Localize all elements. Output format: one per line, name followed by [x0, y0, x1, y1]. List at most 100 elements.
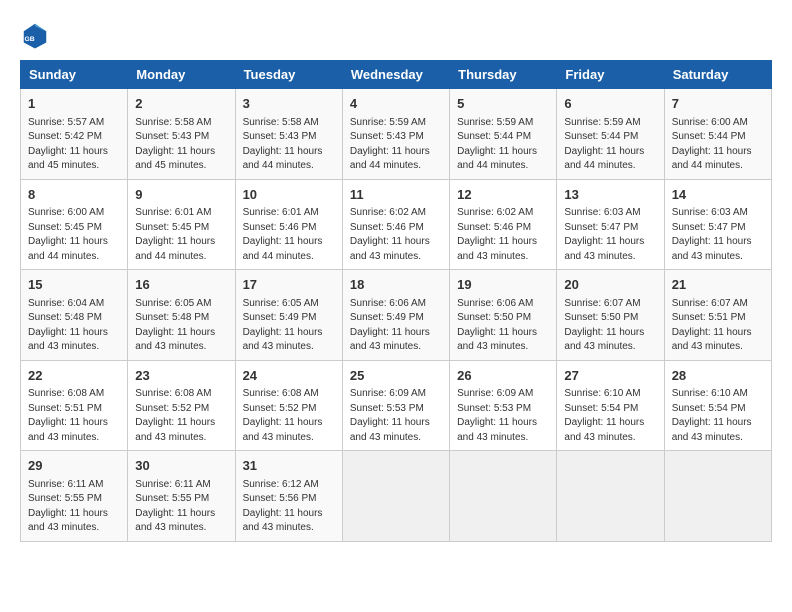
- day-info: Sunrise: 5:58 AMSunset: 5:43 PMDaylight:…: [243, 116, 335, 174]
- calendar-week-row: 1Sunrise: 5:57 AMSunset: 5:42 PMDaylight…: [21, 89, 772, 180]
- day-info: Sunrise: 6:09 AMSunset: 5:53 PMDaylight:…: [350, 387, 442, 445]
- calendar-week-row: 8Sunrise: 6:00 AMSunset: 5:45 PMDaylight…: [21, 179, 772, 270]
- calendar-cell: 30Sunrise: 6:11 AMSunset: 5:55 PMDayligh…: [128, 451, 235, 542]
- day-header: Thursday: [450, 61, 557, 89]
- day-number: 12: [457, 185, 549, 205]
- calendar-cell: 9Sunrise: 6:01 AMSunset: 5:45 PMDaylight…: [128, 179, 235, 270]
- day-info: Sunrise: 6:01 AMSunset: 5:45 PMDaylight:…: [135, 206, 227, 264]
- calendar-cell: 28Sunrise: 6:10 AMSunset: 5:54 PMDayligh…: [664, 360, 771, 451]
- day-number: 24: [243, 366, 335, 386]
- day-number: 22: [28, 366, 120, 386]
- logo-icon: GB: [20, 20, 50, 50]
- day-number: 9: [135, 185, 227, 205]
- day-number: 8: [28, 185, 120, 205]
- day-header: Friday: [557, 61, 664, 89]
- calendar-cell: 4Sunrise: 5:59 AMSunset: 5:43 PMDaylight…: [342, 89, 449, 180]
- calendar-header: SundayMondayTuesdayWednesdayThursdayFrid…: [21, 61, 772, 89]
- calendar-cell: 24Sunrise: 6:08 AMSunset: 5:52 PMDayligh…: [235, 360, 342, 451]
- calendar-cell: 8Sunrise: 6:00 AMSunset: 5:45 PMDaylight…: [21, 179, 128, 270]
- calendar-cell: 2Sunrise: 5:58 AMSunset: 5:43 PMDaylight…: [128, 89, 235, 180]
- day-info: Sunrise: 6:05 AMSunset: 5:48 PMDaylight:…: [135, 297, 227, 355]
- calendar-cell: 29Sunrise: 6:11 AMSunset: 5:55 PMDayligh…: [21, 451, 128, 542]
- day-number: 11: [350, 185, 442, 205]
- day-info: Sunrise: 6:02 AMSunset: 5:46 PMDaylight:…: [457, 206, 549, 264]
- calendar-cell: 5Sunrise: 5:59 AMSunset: 5:44 PMDaylight…: [450, 89, 557, 180]
- day-info: Sunrise: 6:03 AMSunset: 5:47 PMDaylight:…: [672, 206, 764, 264]
- calendar-table: SundayMondayTuesdayWednesdayThursdayFrid…: [20, 60, 772, 542]
- day-number: 26: [457, 366, 549, 386]
- calendar-cell: 21Sunrise: 6:07 AMSunset: 5:51 PMDayligh…: [664, 270, 771, 361]
- day-number: 19: [457, 275, 549, 295]
- calendar-week-row: 29Sunrise: 6:11 AMSunset: 5:55 PMDayligh…: [21, 451, 772, 542]
- calendar-cell: [342, 451, 449, 542]
- day-info: Sunrise: 6:12 AMSunset: 5:56 PMDaylight:…: [243, 478, 335, 536]
- day-info: Sunrise: 5:58 AMSunset: 5:43 PMDaylight:…: [135, 116, 227, 174]
- day-info: Sunrise: 5:59 AMSunset: 5:43 PMDaylight:…: [350, 116, 442, 174]
- day-info: Sunrise: 5:59 AMSunset: 5:44 PMDaylight:…: [564, 116, 656, 174]
- day-info: Sunrise: 6:08 AMSunset: 5:52 PMDaylight:…: [243, 387, 335, 445]
- calendar-cell: 17Sunrise: 6:05 AMSunset: 5:49 PMDayligh…: [235, 270, 342, 361]
- calendar-cell: 6Sunrise: 5:59 AMSunset: 5:44 PMDaylight…: [557, 89, 664, 180]
- day-number: 13: [564, 185, 656, 205]
- day-number: 17: [243, 275, 335, 295]
- day-header: Tuesday: [235, 61, 342, 89]
- calendar-cell: 26Sunrise: 6:09 AMSunset: 5:53 PMDayligh…: [450, 360, 557, 451]
- day-info: Sunrise: 6:10 AMSunset: 5:54 PMDaylight:…: [564, 387, 656, 445]
- day-info: Sunrise: 6:04 AMSunset: 5:48 PMDaylight:…: [28, 297, 120, 355]
- day-info: Sunrise: 6:01 AMSunset: 5:46 PMDaylight:…: [243, 206, 335, 264]
- day-number: 15: [28, 275, 120, 295]
- day-number: 28: [672, 366, 764, 386]
- calendar-cell: 15Sunrise: 6:04 AMSunset: 5:48 PMDayligh…: [21, 270, 128, 361]
- day-number: 31: [243, 456, 335, 476]
- header-row: SundayMondayTuesdayWednesdayThursdayFrid…: [21, 61, 772, 89]
- day-info: Sunrise: 6:07 AMSunset: 5:50 PMDaylight:…: [564, 297, 656, 355]
- day-header: Monday: [128, 61, 235, 89]
- calendar-cell: [664, 451, 771, 542]
- calendar-cell: 7Sunrise: 6:00 AMSunset: 5:44 PMDaylight…: [664, 89, 771, 180]
- logo: GB: [20, 20, 54, 50]
- day-number: 10: [243, 185, 335, 205]
- day-number: 20: [564, 275, 656, 295]
- calendar-cell: 18Sunrise: 6:06 AMSunset: 5:49 PMDayligh…: [342, 270, 449, 361]
- calendar-cell: 16Sunrise: 6:05 AMSunset: 5:48 PMDayligh…: [128, 270, 235, 361]
- day-number: 1: [28, 94, 120, 114]
- day-number: 6: [564, 94, 656, 114]
- day-info: Sunrise: 6:02 AMSunset: 5:46 PMDaylight:…: [350, 206, 442, 264]
- day-number: 4: [350, 94, 442, 114]
- day-info: Sunrise: 6:06 AMSunset: 5:49 PMDaylight:…: [350, 297, 442, 355]
- day-info: Sunrise: 6:06 AMSunset: 5:50 PMDaylight:…: [457, 297, 549, 355]
- calendar-week-row: 15Sunrise: 6:04 AMSunset: 5:48 PMDayligh…: [21, 270, 772, 361]
- day-number: 16: [135, 275, 227, 295]
- page-header: GB: [20, 20, 772, 50]
- calendar-cell: 27Sunrise: 6:10 AMSunset: 5:54 PMDayligh…: [557, 360, 664, 451]
- svg-text:GB: GB: [25, 36, 35, 43]
- day-number: 25: [350, 366, 442, 386]
- day-header: Wednesday: [342, 61, 449, 89]
- day-info: Sunrise: 6:03 AMSunset: 5:47 PMDaylight:…: [564, 206, 656, 264]
- day-number: 30: [135, 456, 227, 476]
- calendar-body: 1Sunrise: 5:57 AMSunset: 5:42 PMDaylight…: [21, 89, 772, 542]
- day-number: 23: [135, 366, 227, 386]
- calendar-cell: [450, 451, 557, 542]
- calendar-cell: 12Sunrise: 6:02 AMSunset: 5:46 PMDayligh…: [450, 179, 557, 270]
- calendar-cell: 23Sunrise: 6:08 AMSunset: 5:52 PMDayligh…: [128, 360, 235, 451]
- calendar-cell: 3Sunrise: 5:58 AMSunset: 5:43 PMDaylight…: [235, 89, 342, 180]
- day-number: 5: [457, 94, 549, 114]
- day-info: Sunrise: 6:07 AMSunset: 5:51 PMDaylight:…: [672, 297, 764, 355]
- day-info: Sunrise: 6:08 AMSunset: 5:52 PMDaylight:…: [135, 387, 227, 445]
- calendar-cell: 14Sunrise: 6:03 AMSunset: 5:47 PMDayligh…: [664, 179, 771, 270]
- day-header: Saturday: [664, 61, 771, 89]
- day-info: Sunrise: 5:59 AMSunset: 5:44 PMDaylight:…: [457, 116, 549, 174]
- day-number: 29: [28, 456, 120, 476]
- day-info: Sunrise: 5:57 AMSunset: 5:42 PMDaylight:…: [28, 116, 120, 174]
- day-number: 14: [672, 185, 764, 205]
- day-info: Sunrise: 6:11 AMSunset: 5:55 PMDaylight:…: [135, 478, 227, 536]
- day-info: Sunrise: 6:00 AMSunset: 5:44 PMDaylight:…: [672, 116, 764, 174]
- day-number: 18: [350, 275, 442, 295]
- day-info: Sunrise: 6:08 AMSunset: 5:51 PMDaylight:…: [28, 387, 120, 445]
- calendar-cell: 22Sunrise: 6:08 AMSunset: 5:51 PMDayligh…: [21, 360, 128, 451]
- day-number: 7: [672, 94, 764, 114]
- day-info: Sunrise: 6:11 AMSunset: 5:55 PMDaylight:…: [28, 478, 120, 536]
- calendar-week-row: 22Sunrise: 6:08 AMSunset: 5:51 PMDayligh…: [21, 360, 772, 451]
- calendar-cell: 13Sunrise: 6:03 AMSunset: 5:47 PMDayligh…: [557, 179, 664, 270]
